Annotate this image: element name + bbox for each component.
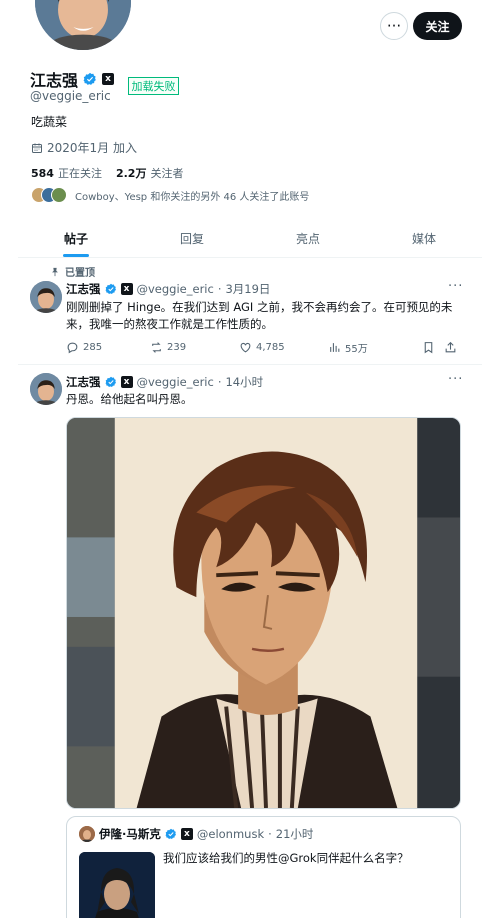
joined-text: 2020年1月 加入: [47, 141, 137, 155]
profile-handle: @veggie_eric: [30, 89, 111, 103]
post-author-avatar[interactable]: [30, 281, 62, 313]
post-text: 刚刚删掉了 Hinge。在我们达到 AGI 之前，我不会再约会了。在可预见的未 …: [66, 299, 452, 333]
like-button[interactable]: 4,785: [239, 341, 328, 354]
post-media-image[interactable]: [66, 417, 461, 809]
calendar-icon: [32, 143, 42, 153]
pinned-indicator: 已置顶: [50, 264, 95, 279]
reply-icon: [67, 342, 78, 353]
post-text: 丹恩。给他起名叫丹恩。: [66, 392, 193, 406]
quoted-author-avatar: [79, 826, 95, 842]
post-header: 江志强 x @veggie_eric · 14小时: [66, 374, 263, 390]
pinned-label: 已置顶: [65, 268, 95, 279]
reply-count: 285: [83, 341, 103, 353]
followed-by-avatars: [31, 187, 67, 203]
followers-count: 2.2万: [115, 167, 147, 180]
post-actions: 285 239 4,785 55万: [66, 339, 462, 355]
more-options-button[interactable]: ···: [380, 12, 408, 40]
profile-bio: 吃蔬菜: [31, 115, 68, 129]
post-author-avatar-image: [30, 281, 62, 313]
share-icon: [445, 341, 456, 352]
avatar: [51, 187, 67, 203]
joined-date: 2020年1月 加入: [31, 139, 137, 156]
quoted-thumbnail-illustration: [79, 852, 155, 918]
quoted-author-avatar-image: [79, 826, 95, 842]
post-author-name[interactable]: 江志强: [66, 374, 101, 390]
verified-badge-icon: [105, 283, 116, 294]
post-more-button[interactable]: ···: [448, 372, 463, 387]
following-count: 584: [31, 167, 54, 180]
quoted-author-handle: @elonmusk: [196, 827, 265, 841]
profile-display-name: 江志强: [30, 71, 79, 90]
like-count: 4,785: [256, 341, 285, 353]
post-author-avatar-image: [30, 373, 62, 405]
tab-label: 亮点: [295, 232, 320, 246]
followed-by-text: Cowboy、Yesp 和你关注的另外 46 人关注了此账号: [75, 191, 310, 203]
tab-media[interactable]: 媒体: [366, 220, 482, 257]
follow-button[interactable]: 关注: [413, 12, 462, 40]
quoted-media-thumbnail: [79, 852, 155, 918]
post-timestamp[interactable]: 3月19日: [225, 281, 270, 297]
load-failed-label: 加载失败: [128, 77, 179, 95]
post-author-handle[interactable]: @veggie_eric: [137, 375, 214, 389]
following-label: 正在关注: [57, 167, 102, 180]
xai-affiliation-icon: x: [102, 73, 115, 85]
post-author-handle[interactable]: @veggie_eric: [137, 282, 214, 296]
tab-label: 回复: [179, 232, 204, 246]
profile-avatar-image: [35, 0, 131, 50]
reply-button[interactable]: 285: [66, 341, 150, 354]
follow-stats: 584 正在关注 2.2万 关注者: [31, 165, 183, 181]
active-tab-indicator: [63, 254, 89, 257]
verified-badge-icon: [83, 72, 96, 85]
tab-highlights[interactable]: 亮点: [250, 220, 366, 257]
meta-separator: ·: [217, 282, 222, 296]
repost-icon: [152, 341, 161, 353]
pin-icon: [52, 267, 58, 276]
post-more-button[interactable]: ···: [448, 279, 463, 294]
xai-affiliation-icon: x: [120, 283, 133, 295]
views-button[interactable]: 55万: [328, 340, 422, 355]
views-icon: [330, 342, 340, 352]
view-count: 55万: [345, 343, 368, 355]
verified-badge-icon: [165, 828, 176, 839]
following-link[interactable]: 584 正在关注: [31, 165, 102, 181]
repost-button[interactable]: 239: [150, 341, 239, 354]
quoted-author-name: 伊隆·马斯克: [99, 827, 161, 841]
verified-badge-icon: [105, 376, 116, 387]
anime-portrait-illustration: [67, 418, 460, 808]
tab-replies[interactable]: 回复: [134, 220, 250, 257]
post-author-avatar[interactable]: [30, 373, 62, 405]
like-icon: [240, 342, 251, 352]
bookmark-button[interactable]: [422, 341, 444, 354]
followed-by-row[interactable]: Cowboy、Yesp 和你关注的另外 46 人关注了此账号: [31, 187, 309, 203]
quoted-post-header: 伊隆·马斯克 x @elonmusk · 21小时: [79, 826, 313, 842]
post-divider: [18, 364, 482, 365]
followers-link[interactable]: 2.2万 关注者: [116, 165, 184, 181]
x-affiliation-icon: x: [180, 828, 193, 840]
repost-count: 239: [167, 341, 187, 353]
post-text-line: 来，我唯一的熬夜工作就是工作性质的。: [66, 317, 273, 331]
post-text-line: 刚刚删掉了 Hinge。在我们达到 AGI 之前，我不会再约会了。在可预见的未: [66, 300, 453, 314]
followers-label: 关注者: [150, 167, 184, 180]
xai-affiliation-icon: x: [120, 376, 133, 388]
profile-avatar[interactable]: [31, 0, 135, 54]
post-author-name[interactable]: 江志强: [66, 281, 101, 297]
bookmark-icon: [424, 341, 433, 353]
quoted-post-text: 我们应该给我们的男性@Grok同伴起什么名字？: [163, 851, 409, 865]
tab-label: 媒体: [411, 232, 436, 246]
tab-label: 帖子: [63, 232, 88, 246]
profile-name-row: 江志强 x: [30, 67, 115, 91]
quoted-timestamp: 21小时: [275, 827, 314, 841]
profile-page: ··· 关注 江志强 x 加载失败 @veggie_eric 吃蔬菜 2020年…: [0, 0, 500, 918]
post-header: 江志强 x @veggie_eric · 3月19日: [66, 281, 270, 297]
meta-separator: ·: [268, 827, 272, 841]
profile-tabs: 帖子 回复 亮点 媒体: [18, 220, 482, 258]
share-button[interactable]: [444, 341, 457, 354]
quoted-post[interactable]: 伊隆·马斯克 x @elonmusk · 21小时 我们应该给我们的男性@Gro…: [66, 816, 461, 918]
tab-posts[interactable]: 帖子: [18, 220, 134, 257]
meta-separator: ·: [217, 375, 222, 389]
post-timestamp[interactable]: 14小时: [225, 374, 263, 390]
